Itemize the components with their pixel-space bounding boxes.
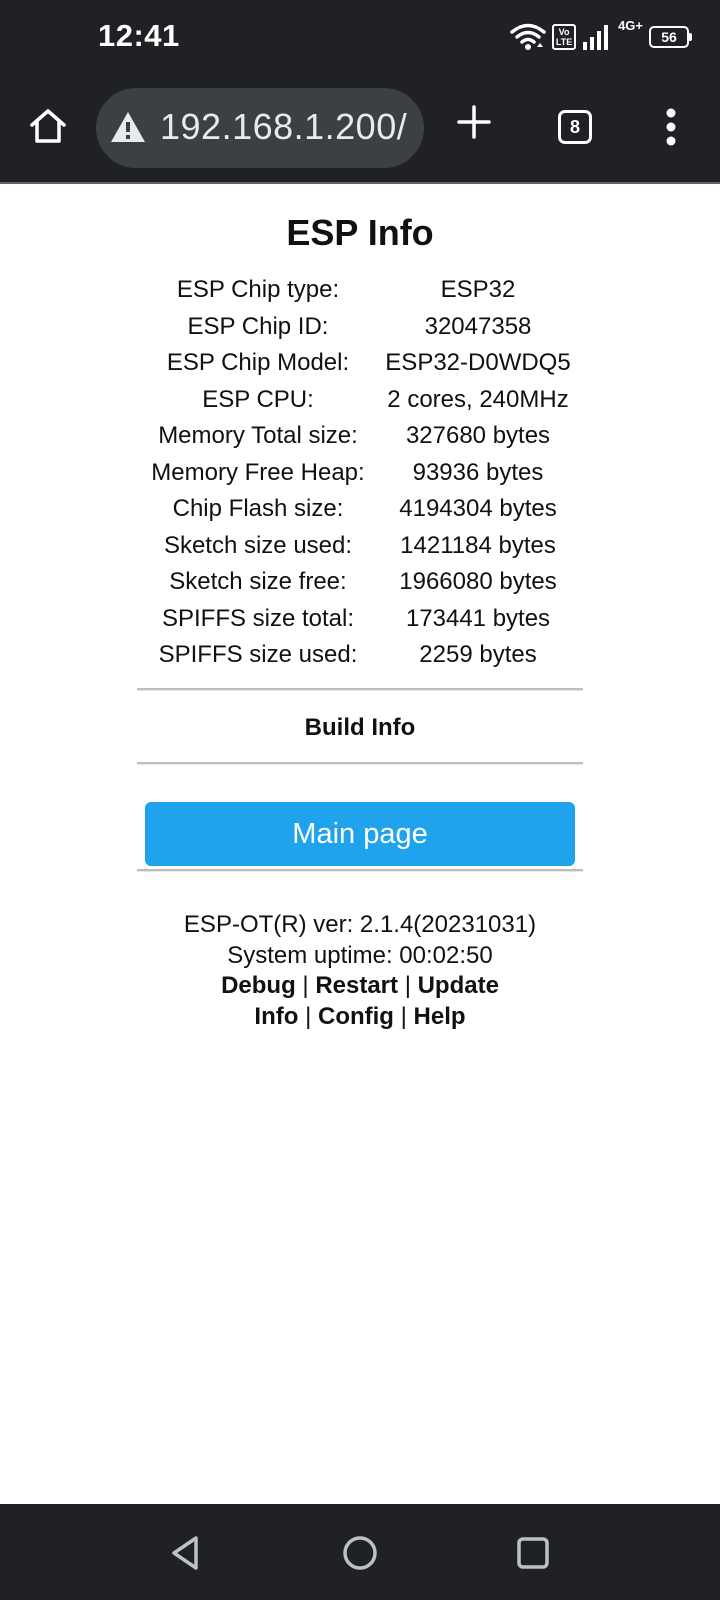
info-label: ESP CPU: xyxy=(202,385,314,413)
footer-links-row-2: Info | Config | Help xyxy=(0,1002,720,1033)
navigation-bar xyxy=(0,1504,720,1600)
plus-icon[interactable] xyxy=(456,104,492,140)
config-link[interactable]: Config xyxy=(318,1003,394,1030)
table-row: Sketch size used: 1421184 bytes xyxy=(140,528,580,565)
address-bar[interactable]: 192.168.1.200/ xyxy=(96,88,424,168)
table-row: ESP Chip type: ESP32 xyxy=(140,272,580,309)
back-icon[interactable] xyxy=(166,1534,204,1572)
info-label: SPIFFS size total: xyxy=(161,604,355,632)
info-value: ESP32-D0WDQ5 xyxy=(385,349,571,377)
table-row: Sketch size free: 1966080 bytes xyxy=(140,564,580,601)
status-bar: 12:41 Vo LTE 4G+ 56 xyxy=(0,0,720,76)
signal-icon xyxy=(583,25,609,50)
info-value: 93936 bytes xyxy=(412,458,544,486)
table-row: Chip Flash size: 4194304 bytes xyxy=(140,491,580,528)
info-value: ESP32 xyxy=(440,276,516,304)
build-info-heading: Build Info xyxy=(304,714,416,741)
info-value: 4194304 bytes xyxy=(399,495,557,523)
network-type: 4G+ xyxy=(618,18,643,33)
debug-link[interactable]: Debug xyxy=(221,972,296,999)
info-label: ESP Chip Model: xyxy=(166,349,350,377)
info-label: Sketch size free: xyxy=(169,568,347,596)
battery-tip xyxy=(689,33,692,41)
table-row: SPIFFS size total: 173441 bytes xyxy=(140,601,580,638)
update-link[interactable]: Update xyxy=(418,972,499,999)
warning-icon[interactable] xyxy=(110,110,146,144)
info-label: ESP Chip ID: xyxy=(187,312,329,340)
status-icons: Vo LTE 4G+ 56 xyxy=(510,18,692,54)
info-value: 2 cores, 240MHz xyxy=(387,385,569,413)
table-row: SPIFFS size used: 2259 bytes xyxy=(140,637,580,674)
divider xyxy=(137,762,583,765)
info-label: Sketch size used: xyxy=(163,531,353,559)
divider xyxy=(137,869,583,872)
footer-links-row-1: Debug | Restart | Update xyxy=(0,971,720,1002)
volte-icon: Vo LTE xyxy=(552,24,577,50)
wifi-icon xyxy=(510,23,546,50)
info-value: 32047358 xyxy=(424,312,532,340)
version-text: ESP-OT(R) ver: 2.1.4(20231031) xyxy=(183,911,537,938)
info-label: Memory Free Heap: xyxy=(151,458,365,486)
help-link[interactable]: Help xyxy=(414,1003,466,1030)
info-value: 327680 bytes xyxy=(405,422,551,450)
link-separator: | xyxy=(302,972,309,999)
info-value: 173441 bytes xyxy=(405,604,551,632)
info-link[interactable]: Info xyxy=(254,1003,298,1030)
info-label: SPIFFS size used: xyxy=(158,641,358,669)
uptime-text: System uptime: 00:02:50 xyxy=(227,941,493,969)
home-circle-icon[interactable] xyxy=(341,1534,379,1572)
info-label: Memory Total size: xyxy=(158,422,358,450)
table-row: ESP Chip Model: ESP32-D0WDQ5 xyxy=(140,345,580,382)
table-row: ESP Chip ID: 32047358 xyxy=(140,309,580,346)
table-row: Memory Free Heap: 93936 bytes xyxy=(140,455,580,492)
info-label: ESP Chip type: xyxy=(176,276,340,304)
main-page-button[interactable]: Main page xyxy=(145,802,575,866)
link-separator: | xyxy=(305,1002,312,1030)
divider xyxy=(137,688,583,691)
tabs-icon[interactable]: 8 xyxy=(558,110,592,144)
table-row: Memory Total size: 327680 bytes xyxy=(140,418,580,455)
info-value: 1421184 bytes xyxy=(400,531,556,559)
url-text[interactable]: 192.168.1.200/ xyxy=(160,106,407,148)
table-row: ESP CPU: 2 cores, 240MHz xyxy=(140,382,580,419)
restart-link[interactable]: Restart xyxy=(315,972,398,999)
page-title: ESP Info xyxy=(286,212,434,253)
recents-icon[interactable] xyxy=(514,1534,552,1572)
info-value: 2259 bytes xyxy=(419,641,537,669)
battery-level: 56 xyxy=(649,26,689,48)
menu-icon[interactable] xyxy=(666,108,676,146)
info-table: ESP Chip type: ESP32 ESP Chip ID: 32047358… xyxy=(140,272,580,674)
link-separator: | xyxy=(404,972,411,999)
home-icon[interactable] xyxy=(28,106,68,146)
link-separator: | xyxy=(400,1002,407,1030)
status-time: 12:41 xyxy=(98,18,180,53)
footer: ESP-OT(R) ver: 2.1.4(20231031) System up… xyxy=(0,910,720,1032)
info-label: Chip Flash size: xyxy=(172,495,344,523)
battery-icon: 56 xyxy=(649,26,692,48)
info-value: 1966080 bytes xyxy=(399,568,557,596)
browser-toolbar: 192.168.1.200/ 8 xyxy=(0,76,720,184)
